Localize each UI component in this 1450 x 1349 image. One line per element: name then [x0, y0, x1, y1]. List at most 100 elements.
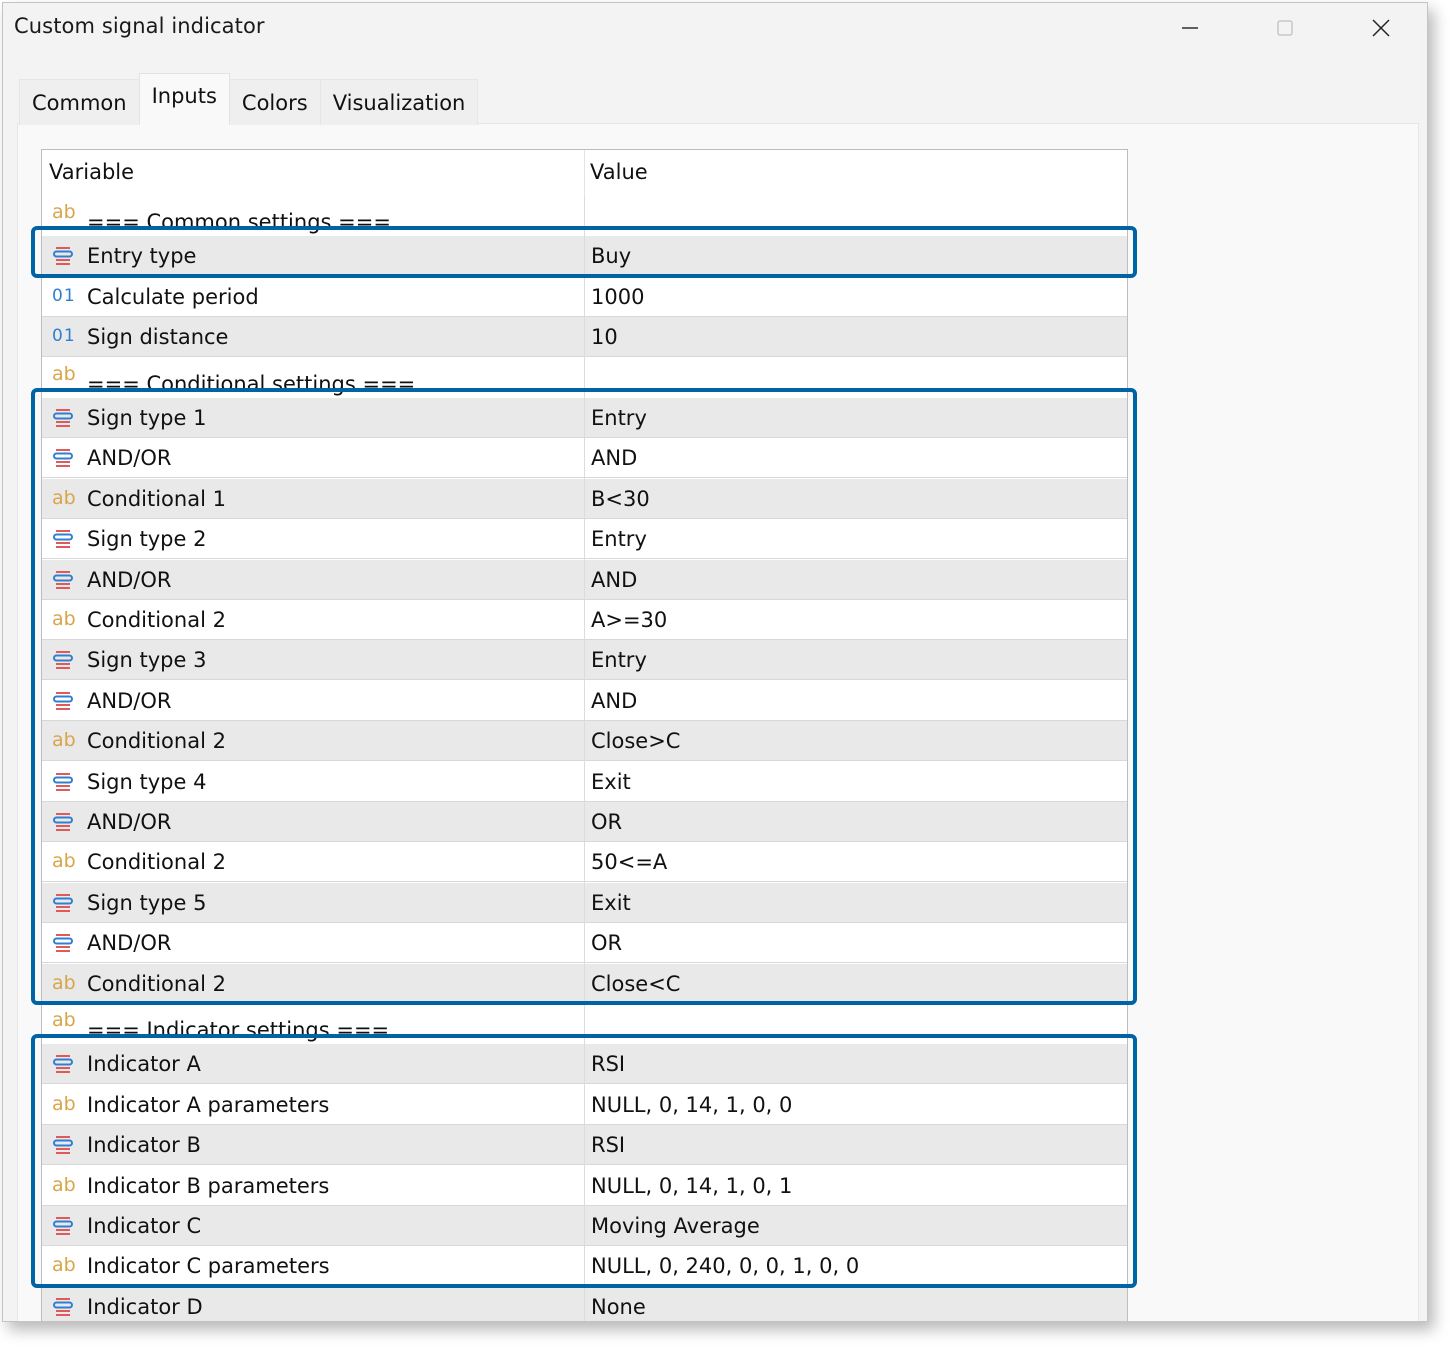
- string-icon: ab: [52, 608, 76, 630]
- value-cell[interactable]: 1000: [591, 285, 644, 309]
- value-cell[interactable]: Buy: [591, 244, 631, 268]
- value-cell[interactable]: 10: [591, 325, 618, 349]
- enum-icon: [52, 245, 76, 267]
- variable-cell: AND/OR: [87, 567, 172, 592]
- table-row[interactable]: ab Conditional 2 50<=A: [42, 842, 1127, 883]
- value-cell[interactable]: OR: [591, 810, 622, 834]
- table-row[interactable]: Indicator D None: [42, 1286, 1127, 1321]
- table-row[interactable]: Sign type 3 Entry: [42, 640, 1127, 681]
- section-header-row[interactable]: ab === Indicator settings ===: [42, 1004, 1127, 1044]
- column-header-variable[interactable]: Variable: [49, 160, 134, 184]
- integer-icon: 01: [52, 326, 76, 347]
- minimize-button[interactable]: [1167, 11, 1213, 45]
- value-cell[interactable]: Close<C: [591, 972, 680, 996]
- enum-icon: [52, 1296, 76, 1318]
- dialog-window: Custom signal indicator Common Inputs Colo…: [2, 2, 1428, 1322]
- section-header-row[interactable]: ab === Conditional settings ===: [42, 357, 1127, 398]
- table-row[interactable]: Entry type Buy: [42, 236, 1127, 277]
- table-row[interactable]: AND/OR OR: [42, 802, 1127, 842]
- table-row[interactable]: ab Indicator B parameters NULL, 0, 14, 1, …: [42, 1165, 1127, 1206]
- cell-divider: [584, 559, 585, 599]
- table-row[interactable]: Indicator A RSI: [42, 1044, 1127, 1085]
- enum-icon: [52, 811, 76, 833]
- table-row[interactable]: Sign type 4 Exit: [42, 761, 1127, 802]
- cell-divider: [584, 236, 585, 276]
- cell-divider: [584, 1084, 585, 1124]
- cell-divider: [584, 680, 585, 720]
- table-row[interactable]: AND/OR AND: [42, 559, 1127, 600]
- value-cell[interactable]: NULL, 0, 240, 0, 0, 1, 0, 0: [591, 1254, 859, 1278]
- table-row[interactable]: ab Conditional 1 B<30: [42, 478, 1127, 519]
- tab-visualization[interactable]: Visualization: [319, 79, 479, 125]
- value-cell[interactable]: OR: [591, 931, 622, 955]
- cell-divider: [584, 923, 585, 963]
- enum-icon: [52, 771, 76, 793]
- value-cell[interactable]: RSI: [591, 1052, 625, 1076]
- cell-divider: [584, 438, 585, 478]
- table-row[interactable]: AND/OR OR: [42, 923, 1127, 964]
- value-cell[interactable]: B<30: [591, 487, 650, 511]
- value-cell[interactable]: Exit: [591, 770, 631, 794]
- table-row[interactable]: 01 Sign distance 10: [42, 317, 1127, 358]
- table-row[interactable]: ab Conditional 2 A>=30: [42, 600, 1127, 640]
- variable-cell: === Common settings ===: [87, 210, 391, 234]
- cell-divider: [584, 640, 585, 680]
- cell-divider: [584, 1004, 585, 1044]
- string-icon: ab: [52, 1009, 76, 1031]
- value-cell[interactable]: A>=30: [591, 608, 667, 632]
- variable-cell: Indicator A: [87, 1052, 201, 1077]
- variable-cell: Sign type 5: [87, 890, 207, 915]
- table-row[interactable]: ab Conditional 2 Close>C: [42, 721, 1127, 762]
- value-cell[interactable]: Entry: [591, 406, 647, 430]
- cell-divider: [584, 1206, 585, 1245]
- variable-cell: Conditional 2: [87, 608, 226, 632]
- table-row[interactable]: Indicator C Moving Average: [42, 1206, 1127, 1246]
- value-cell[interactable]: Close>C: [591, 729, 680, 753]
- value-cell[interactable]: RSI: [591, 1133, 625, 1157]
- value-cell[interactable]: NULL, 0, 14, 1, 0, 0: [591, 1093, 792, 1117]
- section-header-row[interactable]: ab === Common settings ===: [42, 196, 1127, 236]
- table-row[interactable]: ab Conditional 2 Close<C: [42, 963, 1127, 1004]
- string-icon: ab: [52, 486, 76, 509]
- inputs-table: Variable Value ab === Common settings ===…: [41, 149, 1128, 1321]
- table-row[interactable]: AND/OR AND: [42, 680, 1127, 721]
- value-cell[interactable]: AND: [591, 568, 637, 592]
- value-cell[interactable]: Exit: [591, 891, 631, 915]
- cell-divider: [584, 478, 585, 518]
- table-row[interactable]: 01 Calculate period 1000: [42, 276, 1127, 317]
- value-cell[interactable]: NULL, 0, 14, 1, 0, 1: [591, 1174, 792, 1198]
- tab-colors[interactable]: Colors: [228, 79, 321, 125]
- tab-label: Common: [32, 90, 127, 115]
- value-cell[interactable]: 50<=A: [591, 850, 667, 874]
- cell-divider: [584, 882, 585, 922]
- tab-inputs[interactable]: Inputs: [138, 73, 230, 125]
- value-cell[interactable]: AND: [591, 446, 637, 470]
- table-row[interactable]: Sign type 1 Entry: [42, 398, 1127, 438]
- table-row[interactable]: AND/OR AND: [42, 438, 1127, 479]
- table-row[interactable]: ab Indicator A parameters NULL, 0, 14, 1, …: [42, 1084, 1127, 1125]
- variable-cell: AND/OR: [87, 810, 172, 834]
- maximize-button[interactable]: [1262, 11, 1308, 45]
- close-button[interactable]: [1358, 11, 1404, 45]
- minimize-icon: [1182, 27, 1198, 29]
- variable-cell: === Indicator settings ===: [87, 1018, 390, 1042]
- enum-icon: [52, 447, 76, 469]
- value-cell[interactable]: AND: [591, 689, 637, 713]
- value-cell[interactable]: None: [591, 1295, 646, 1319]
- value-cell[interactable]: Entry: [591, 527, 647, 551]
- tab-bar: Common Inputs Colors Visualization: [19, 73, 479, 125]
- table-row[interactable]: Sign type 2 Entry: [42, 519, 1127, 560]
- cell-divider: [584, 317, 585, 357]
- table-row[interactable]: Indicator B RSI: [42, 1125, 1127, 1166]
- cell-divider: [584, 357, 585, 398]
- column-header-value[interactable]: Value: [590, 160, 648, 184]
- tab-common[interactable]: Common: [19, 79, 140, 125]
- value-cell[interactable]: Moving Average: [591, 1214, 760, 1238]
- cell-divider: [584, 761, 585, 801]
- variable-cell: Indicator B parameters: [87, 1173, 330, 1198]
- table-row[interactable]: Sign type 5 Exit: [42, 882, 1127, 923]
- table-row[interactable]: ab Indicator C parameters NULL, 0, 240, 0,…: [42, 1246, 1127, 1287]
- variable-cell: Sign type 3: [87, 648, 207, 673]
- cell-divider: [584, 276, 585, 316]
- value-cell[interactable]: Entry: [591, 648, 647, 672]
